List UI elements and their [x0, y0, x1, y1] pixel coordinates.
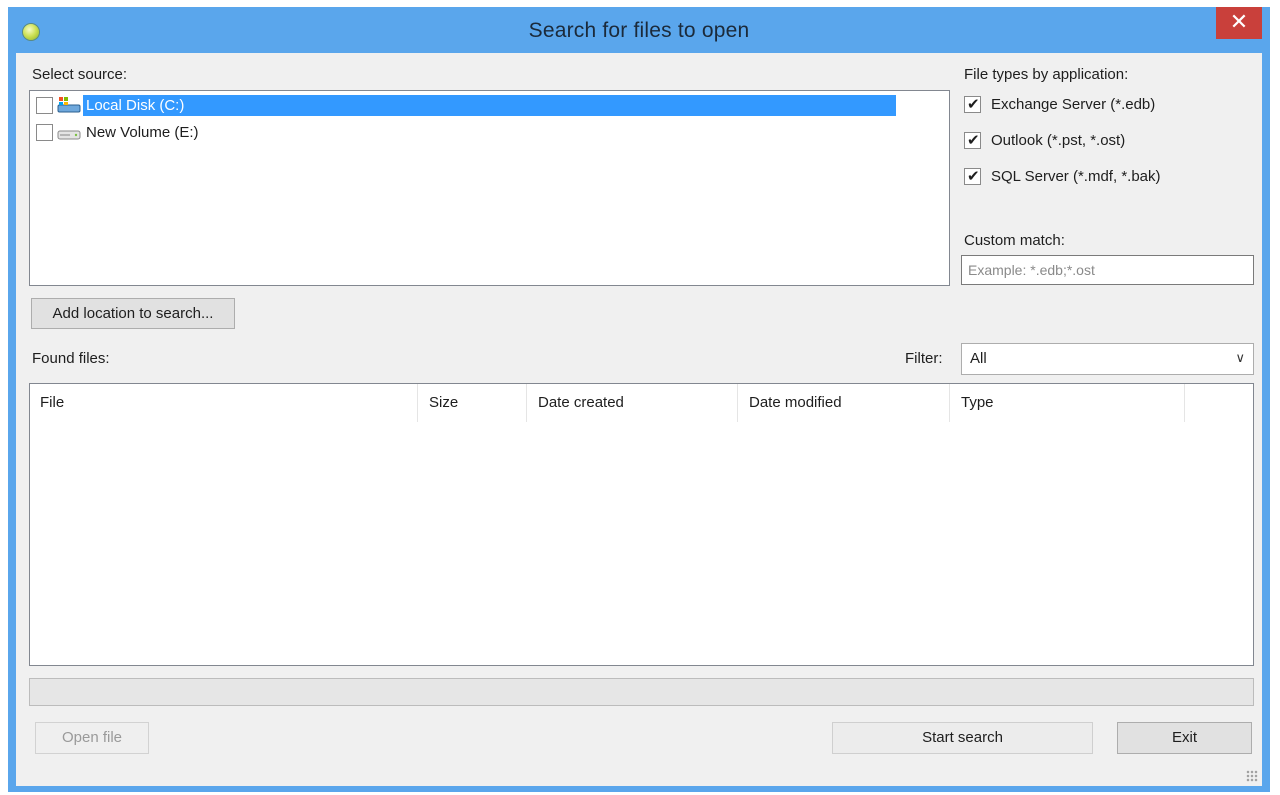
new-volume-checkbox[interactable]: [36, 123, 53, 141]
checkmark-icon: ✔: [967, 168, 980, 185]
add-location-button[interactable]: Add location to search...: [31, 298, 235, 329]
sql-checkbox[interactable]: ✔: [964, 168, 981, 185]
chevron-down-icon: ∨: [1235, 350, 1245, 365]
file-types-label: File types by application:: [964, 66, 1129, 83]
checkmark-icon: ✔: [967, 96, 980, 113]
tree-item-label: Local Disk (C:): [83, 94, 897, 116]
dialog-window: Search for files to open ✕ Select source…: [8, 7, 1270, 792]
source-tree[interactable]: Local Disk (C:) New Volume (E:): [29, 90, 950, 286]
filter-value: All: [970, 350, 987, 367]
filetype-label: SQL Server (*.mdf, *.bak): [991, 168, 1161, 185]
local-disk-checkbox[interactable]: [36, 96, 53, 114]
outlook-checkbox[interactable]: ✔: [964, 132, 981, 149]
system-drive-icon: [57, 97, 81, 113]
filetype-label: Exchange Server (*.edb): [991, 96, 1156, 113]
open-file-button[interactable]: Open file: [35, 722, 149, 754]
dialog-body: Select source: Local Disk (C:) New Volum…: [16, 53, 1262, 786]
title-bar[interactable]: Search for files to open ✕: [8, 7, 1270, 53]
found-files-label: Found files:: [32, 350, 110, 367]
window-title: Search for files to open: [528, 19, 750, 42]
column-header-type[interactable]: Type: [951, 384, 1185, 422]
select-source-label: Select source:: [32, 66, 128, 83]
hard-drive-icon: [57, 130, 81, 140]
custom-match-label: Custom match:: [964, 232, 1065, 249]
filetype-label: Outlook (*.pst, *.ost): [991, 132, 1126, 149]
filetype-exchange[interactable]: ✔ Exchange Server (*.edb): [964, 96, 1155, 113]
exit-button[interactable]: Exit: [1117, 722, 1252, 754]
tree-item-label: New Volume (E:): [86, 123, 199, 141]
exchange-checkbox[interactable]: ✔: [964, 96, 981, 113]
filter-dropdown[interactable]: All ∨: [961, 343, 1254, 375]
custom-match-input[interactable]: [961, 255, 1254, 285]
filetype-outlook[interactable]: ✔ Outlook (*.pst, *.ost): [964, 132, 1125, 149]
checkmark-icon: ✔: [967, 132, 980, 149]
column-header-file[interactable]: File: [30, 384, 418, 422]
found-files-list[interactable]: File Size Date created Date modified Typ…: [29, 383, 1254, 666]
column-header-size[interactable]: Size: [419, 384, 527, 422]
tree-item-local-disk[interactable]: Local Disk (C:): [36, 93, 897, 117]
column-header-date-created[interactable]: Date created: [528, 384, 738, 422]
search-progress-bar: [29, 678, 1254, 706]
tree-item-new-volume[interactable]: New Volume (E:): [36, 120, 202, 144]
filter-label: Filter:: [905, 350, 943, 367]
start-search-button[interactable]: Start search: [832, 722, 1093, 754]
filetype-sql[interactable]: ✔ SQL Server (*.mdf, *.bak): [964, 168, 1161, 185]
close-button[interactable]: ✕: [1216, 7, 1262, 39]
column-header-date-modified[interactable]: Date modified: [739, 384, 950, 422]
resize-grip-icon[interactable]: [1246, 770, 1258, 782]
